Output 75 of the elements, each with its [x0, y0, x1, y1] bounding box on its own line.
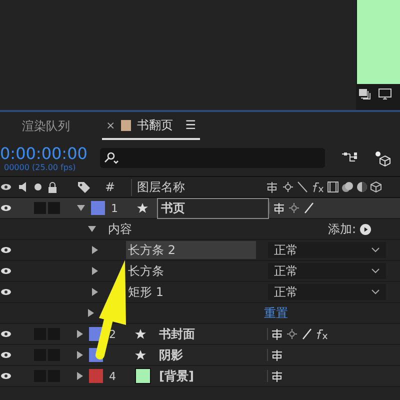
- blend-mode-dropdown[interactable]: 正常: [268, 242, 386, 258]
- lock-icon[interactable]: [48, 182, 57, 192]
- expand-toggle[interactable]: [77, 205, 85, 211]
- layer-number: 1: [111, 202, 118, 214]
- eye-icon[interactable]: [0, 267, 12, 275]
- sun-icon[interactable]: [286, 328, 298, 340]
- speaker-icon[interactable]: [18, 182, 28, 192]
- solo-icon[interactable]: [34, 183, 42, 191]
- add-label: 添加:: [328, 220, 356, 238]
- expand-toggle[interactable]: [77, 351, 83, 359]
- star-icon: [135, 328, 146, 340]
- expand-toggle[interactable]: [92, 267, 98, 275]
- expand-toggle[interactable]: [92, 288, 98, 296]
- play-circle-icon[interactable]: [360, 224, 372, 234]
- expand-toggle[interactable]: [88, 309, 94, 317]
- label-tag-icon[interactable]: [77, 181, 91, 193]
- fx-icon[interactable]: [316, 328, 330, 340]
- slash-icon[interactable]: [301, 328, 313, 340]
- layer-name[interactable]: 阴影: [155, 344, 267, 366]
- chevron-down-icon: [371, 247, 380, 253]
- shy-icon[interactable]: [271, 328, 283, 340]
- eye-icon[interactable]: [0, 288, 12, 296]
- chevron-down-icon: [371, 268, 380, 274]
- label-color[interactable]: [91, 201, 105, 215]
- panel-tab[interactable]: × 书翻页 ☰: [102, 112, 200, 140]
- shape-name[interactable]: 矩形 1: [126, 283, 256, 301]
- eye-icon[interactable]: [0, 351, 12, 359]
- eye-icon[interactable]: [0, 204, 12, 212]
- composition-icon: [121, 120, 132, 130]
- expand-toggle[interactable]: [77, 330, 83, 338]
- reset-link[interactable]: 重置: [264, 304, 288, 322]
- audio-toggle[interactable]: [34, 202, 46, 214]
- frames-icon[interactable]: [358, 88, 372, 100]
- expand-toggle[interactable]: [92, 246, 98, 254]
- shy-icon[interactable]: [271, 370, 283, 382]
- layer-row[interactable]: 4 [背景]: [0, 366, 400, 387]
- layer-name[interactable]: [背景]: [155, 366, 267, 386]
- column-header[interactable]: 图层名称: [131, 178, 255, 196]
- slash-icon[interactable]: [303, 202, 315, 214]
- frame-info: 00000 (25.00 fps): [3, 162, 77, 172]
- layer-number: 4: [109, 370, 116, 382]
- expand-toggle[interactable]: [77, 372, 83, 380]
- layer-name[interactable]: 书封面: [155, 324, 267, 344]
- timecode[interactable]: 0:00:00:00: [0, 144, 100, 162]
- search-field[interactable]: [100, 148, 325, 168]
- shape-name[interactable]: 长方条: [126, 262, 256, 280]
- layer-row[interactable]: 阴影: [0, 345, 400, 366]
- eye-icon[interactable]: [0, 246, 12, 254]
- layer-number: 2: [109, 328, 116, 340]
- monitor-icon[interactable]: [378, 88, 392, 100]
- shy-icon[interactable]: [273, 202, 285, 214]
- shy-icon[interactable]: [271, 349, 283, 361]
- group-name: 内容: [108, 220, 133, 238]
- blend-mode-dropdown[interactable]: 正常: [268, 284, 386, 300]
- star-icon: [137, 202, 148, 214]
- expand-toggle[interactable]: [88, 226, 96, 232]
- sun-icon[interactable]: [288, 202, 300, 214]
- search-icon: [103, 152, 119, 164]
- close-icon[interactable]: ×: [106, 118, 116, 132]
- shape-name[interactable]: 长方条 2: [126, 241, 256, 259]
- layer-row[interactable]: 1 书页: [0, 198, 400, 219]
- menu-icon[interactable]: ☰: [185, 118, 196, 132]
- layer-name[interactable]: 书页: [157, 198, 269, 218]
- eye-icon[interactable]: [0, 372, 12, 380]
- panel-tab[interactable]: 渲染队列: [18, 114, 74, 138]
- layer-row[interactable]: 2 书封面: [0, 324, 400, 345]
- eye-icon[interactable]: [0, 183, 12, 191]
- star-icon: [135, 350, 146, 360]
- light-cube-icon[interactable]: [373, 149, 393, 167]
- solo-toggle[interactable]: [48, 202, 60, 214]
- blend-mode-dropdown[interactable]: 正常: [268, 263, 386, 279]
- chevron-down-icon: [371, 289, 380, 295]
- column-header[interactable]: #: [105, 180, 125, 194]
- eye-icon[interactable]: [0, 330, 12, 338]
- label-color[interactable]: [89, 369, 103, 383]
